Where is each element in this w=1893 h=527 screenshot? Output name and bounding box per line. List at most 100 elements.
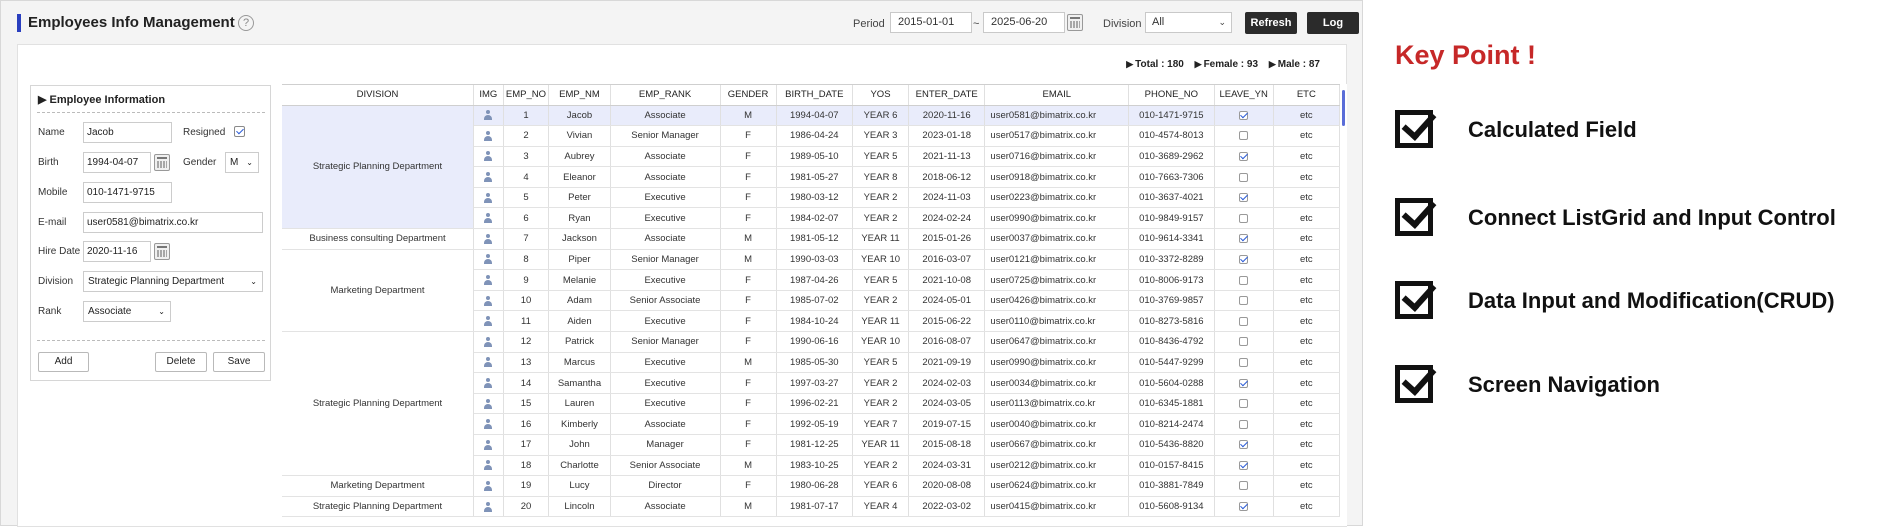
division-cell[interactable]: Strategic Planning Department <box>282 105 475 230</box>
cell-name[interactable]: Samantha <box>548 372 611 394</box>
cell-yos[interactable]: YEAR 8 <box>852 166 910 188</box>
cell-rank[interactable]: Associate <box>610 496 721 518</box>
cell-phone[interactable]: 010-4574-8013 <box>1128 125 1215 147</box>
cell-no[interactable]: 1 <box>503 105 550 127</box>
cell-phone[interactable]: 010-3881-7849 <box>1128 475 1215 497</box>
cell-birth[interactable]: 1980-06-28 <box>776 475 853 497</box>
division-cell[interactable]: Strategic Planning Department <box>282 331 475 477</box>
img-cell[interactable] <box>473 393 504 415</box>
cell-phone[interactable]: 010-7663-7306 <box>1128 166 1215 188</box>
cell-no[interactable]: 16 <box>503 413 550 435</box>
cell-email[interactable]: user0426@bimatrix.co.kr <box>984 290 1130 312</box>
cell-leave[interactable] <box>1214 166 1274 188</box>
cell-no[interactable]: 13 <box>503 352 550 374</box>
cell-gender[interactable]: F <box>720 372 777 394</box>
leave-checkbox[interactable] <box>1239 460 1249 470</box>
cell-name[interactable]: Eleanor <box>548 166 611 188</box>
leave-checkbox[interactable] <box>1239 172 1249 182</box>
cell-name[interactable]: John <box>548 434 611 456</box>
cell-phone[interactable]: 010-8006-9173 <box>1128 269 1215 291</box>
cell-etc[interactable]: etc <box>1273 413 1340 435</box>
cell-birth[interactable]: 1986-04-24 <box>776 125 853 147</box>
cell-yos[interactable]: YEAR 5 <box>852 352 910 374</box>
cell-email[interactable]: user0223@bimatrix.co.kr <box>984 187 1130 209</box>
cell-etc[interactable]: etc <box>1273 393 1340 415</box>
cell-leave[interactable] <box>1214 290 1274 312</box>
cell-rank[interactable]: Executive <box>610 207 721 230</box>
leave-checkbox[interactable] <box>1239 419 1249 429</box>
cell-name[interactable]: Piper <box>548 249 611 271</box>
cell-rank[interactable]: Director <box>610 475 721 497</box>
img-cell[interactable] <box>473 207 504 230</box>
cell-gender[interactable]: F <box>720 146 777 168</box>
cell-gender[interactable]: M <box>720 496 777 518</box>
division-cell[interactable]: Marketing Department <box>282 475 475 497</box>
cell-name[interactable]: Marcus <box>548 352 611 374</box>
division-cell[interactable]: Marketing Department <box>282 249 475 333</box>
cell-leave[interactable] <box>1214 310 1274 333</box>
cell-yos[interactable]: YEAR 2 <box>852 187 910 209</box>
cell-etc[interactable]: etc <box>1273 434 1340 456</box>
date-from-input[interactable]: 2015-01-01 <box>890 12 972 33</box>
cell-gender[interactable]: F <box>720 413 777 435</box>
vertical-scrollbar[interactable] <box>1341 84 1347 526</box>
img-cell[interactable] <box>473 105 504 127</box>
cell-name[interactable]: Jacob <box>548 105 611 127</box>
cell-no[interactable]: 17 <box>503 434 550 456</box>
cell-birth[interactable]: 1985-07-02 <box>776 290 853 312</box>
cell-yos[interactable]: YEAR 2 <box>852 372 910 394</box>
cell-birth[interactable]: 1984-02-07 <box>776 207 853 230</box>
division-cell[interactable]: Business consulting Department <box>282 228 475 250</box>
cell-phone[interactable]: 010-8436-4792 <box>1128 331 1215 353</box>
cell-birth[interactable]: 1996-02-21 <box>776 393 853 415</box>
column-header-yos[interactable]: YOS <box>852 85 910 106</box>
column-header-birth-date[interactable]: BIRTH_DATE <box>776 85 853 106</box>
cell-gender[interactable]: F <box>720 310 777 333</box>
leave-checkbox[interactable] <box>1239 193 1249 203</box>
cell-yos[interactable]: YEAR 10 <box>852 249 910 271</box>
cell-no[interactable]: 4 <box>503 166 550 188</box>
img-cell[interactable] <box>473 331 504 353</box>
cell-enter[interactable]: 2021-10-08 <box>908 269 986 291</box>
column-header-img[interactable]: IMG <box>473 85 504 106</box>
cell-enter[interactable]: 2024-03-05 <box>908 393 986 415</box>
scrollbar-thumb[interactable] <box>1342 90 1345 126</box>
table-row[interactable]: Marketing Department 19 Lucy Director F 1980-… <box>282 475 1340 497</box>
cell-etc[interactable]: etc <box>1273 496 1340 518</box>
resigned-checkbox[interactable] <box>234 126 245 137</box>
cell-gender[interactable]: F <box>720 290 777 312</box>
img-cell[interactable] <box>473 372 504 394</box>
cell-email[interactable]: user0624@bimatrix.co.kr <box>984 475 1130 497</box>
column-header-phone-no[interactable]: PHONE_NO <box>1128 85 1215 106</box>
column-header-leave-yn[interactable]: LEAVE_YN <box>1214 85 1274 106</box>
cell-phone[interactable]: 010-5447-9299 <box>1128 352 1215 374</box>
cell-etc[interactable]: etc <box>1273 352 1340 374</box>
cell-enter[interactable]: 2024-11-03 <box>908 187 986 209</box>
cell-email[interactable]: user0990@bimatrix.co.kr <box>984 207 1130 230</box>
cell-yos[interactable]: YEAR 11 <box>852 434 910 456</box>
cell-gender[interactable]: F <box>720 434 777 456</box>
cell-etc[interactable]: etc <box>1273 207 1340 230</box>
division-cell[interactable]: Strategic Planning Department <box>282 496 475 518</box>
cell-rank[interactable]: Associate <box>610 228 721 250</box>
cell-leave[interactable] <box>1214 372 1274 394</box>
cell-gender[interactable]: F <box>720 393 777 415</box>
img-cell[interactable] <box>473 352 504 374</box>
cell-etc[interactable]: etc <box>1273 310 1340 333</box>
table-row[interactable]: Business consulting Department 7 Jackson As… <box>282 228 1340 250</box>
birth-input[interactable]: 1994-04-07 <box>83 152 151 173</box>
cell-etc[interactable]: etc <box>1273 249 1340 271</box>
cell-gender[interactable]: F <box>720 207 777 230</box>
cell-name[interactable]: Adam <box>548 290 611 312</box>
cell-etc[interactable]: etc <box>1273 290 1340 312</box>
calendar-icon[interactable] <box>154 154 170 171</box>
cell-leave[interactable] <box>1214 249 1274 271</box>
cell-email[interactable]: user0667@bimatrix.co.kr <box>984 434 1130 456</box>
cell-rank[interactable]: Executive <box>610 372 721 394</box>
cell-birth[interactable]: 1987-04-26 <box>776 269 853 291</box>
name-input[interactable]: Jacob <box>83 122 172 143</box>
cell-no[interactable]: 6 <box>503 207 550 230</box>
cell-enter[interactable]: 2019-07-15 <box>908 413 986 435</box>
cell-gender[interactable]: F <box>720 166 777 188</box>
email-input[interactable]: user0581@bimatrix.co.kr <box>83 212 263 233</box>
